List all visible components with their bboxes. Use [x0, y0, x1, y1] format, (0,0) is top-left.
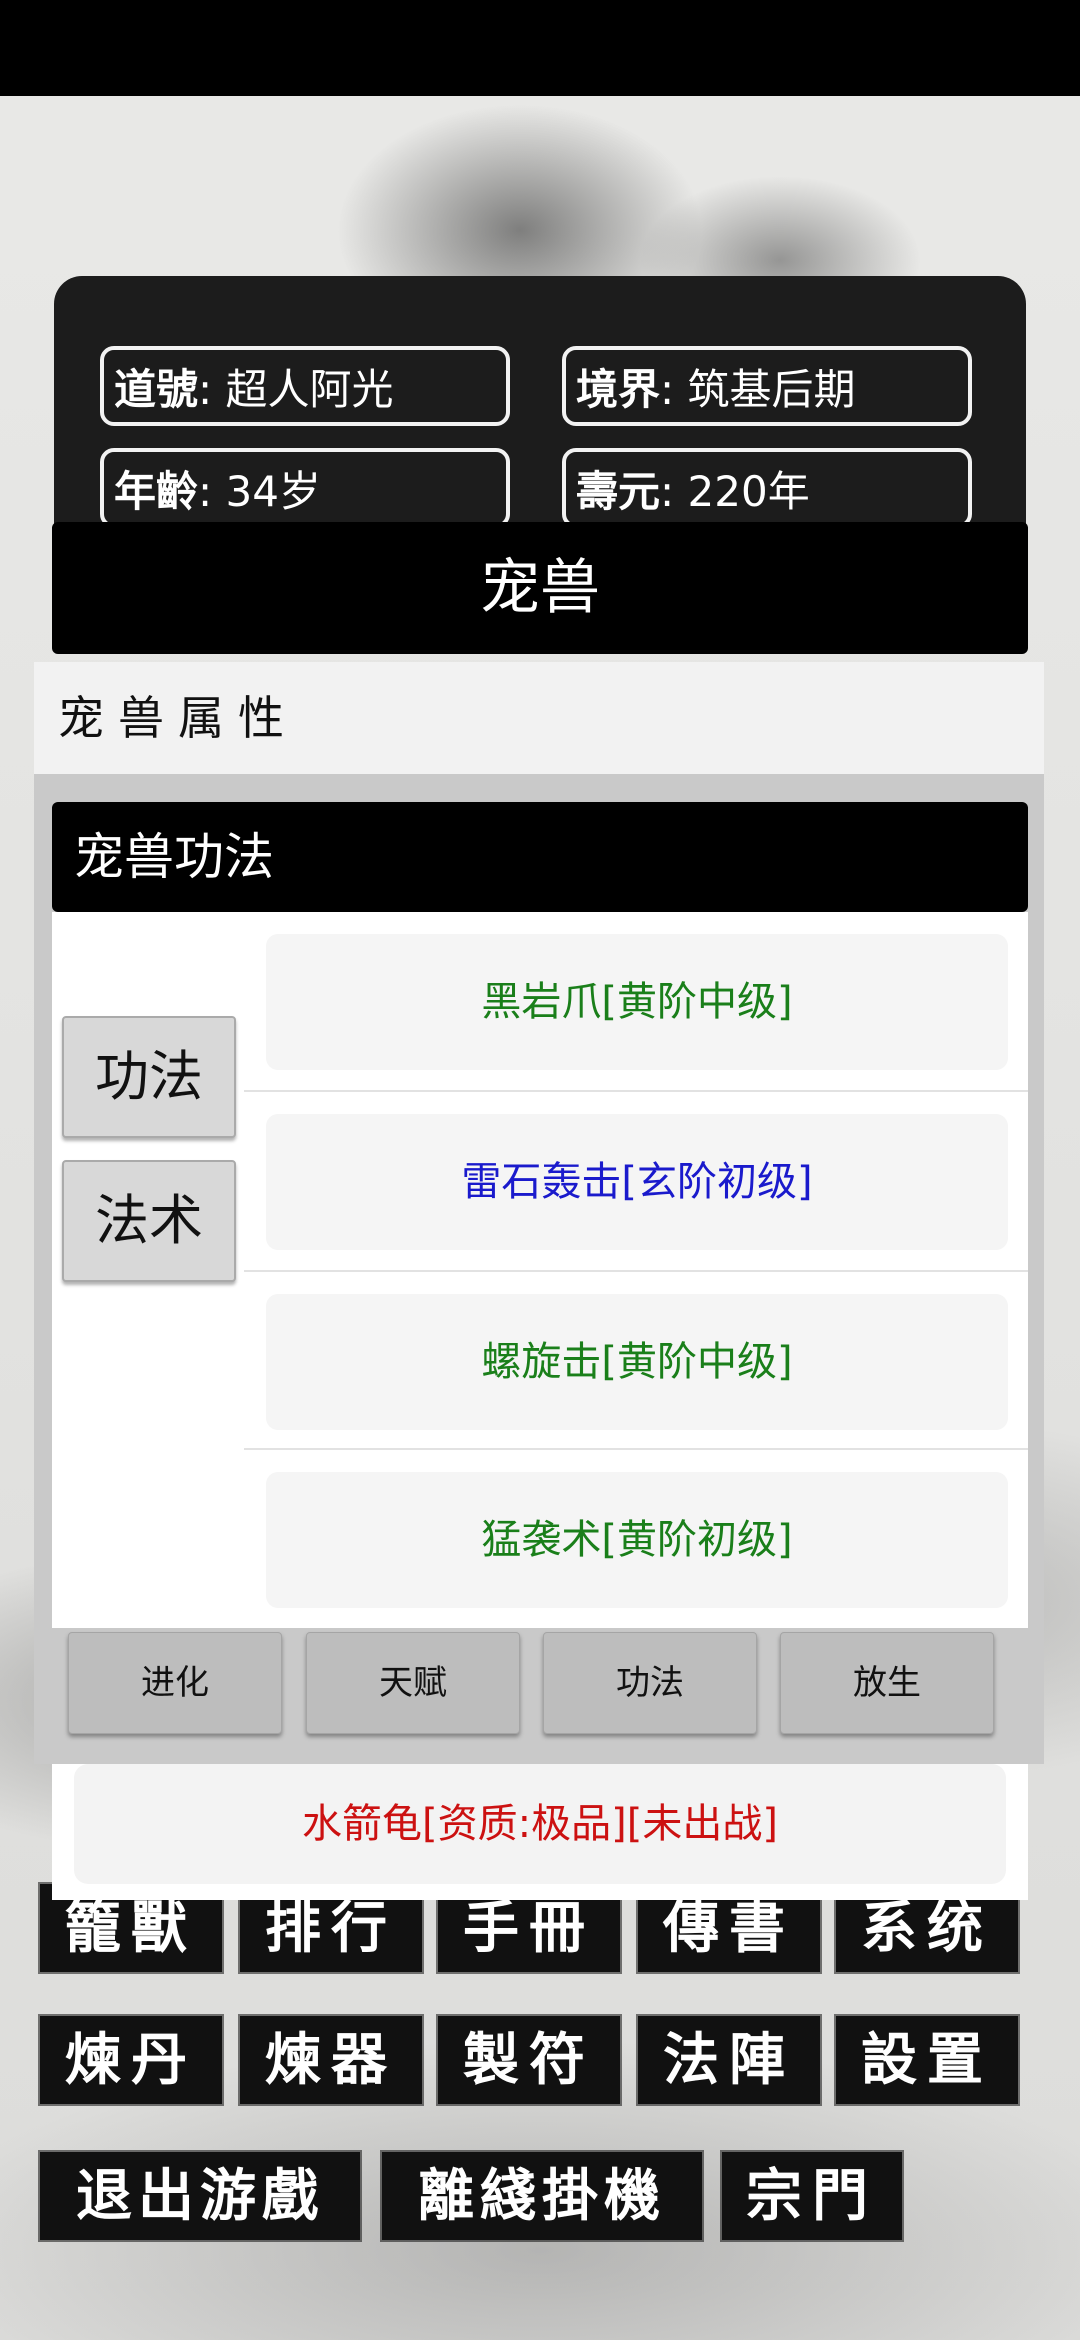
- menu-offline-idle-button[interactable]: 離綫掛機: [382, 2152, 702, 2240]
- skills-button[interactable]: 功法: [543, 1632, 757, 1734]
- daohao-field: 道號: 超人阿光: [100, 346, 510, 426]
- player-info-panel: 道號: 超人阿光 境界: 筑基后期 年齡: 34岁 壽元: 220年: [54, 276, 1026, 556]
- age-value: 34岁: [225, 467, 321, 516]
- skill-item[interactable]: 猛袭术[黄阶初级]: [266, 1472, 1008, 1608]
- talent-button[interactable]: 天赋: [306, 1632, 520, 1734]
- evolve-button[interactable]: 进化: [68, 1632, 282, 1734]
- tab-fashu[interactable]: 法术: [62, 1160, 236, 1282]
- menu-sect-button[interactable]: 宗門: [722, 2152, 902, 2240]
- daohao-value: 超人阿光: [225, 365, 394, 414]
- dialog-title: 宠兽: [52, 522, 1028, 654]
- status-bar: [0, 0, 1080, 96]
- menu-talisman-button[interactable]: 製符: [438, 2016, 620, 2104]
- pet-list-item[interactable]: 水箭龟[资质:极品][未出战]: [74, 1764, 1006, 1884]
- divider: [244, 1270, 1028, 1272]
- jingjie-value: 筑基后期: [687, 365, 856, 414]
- menu-forging-button[interactable]: 煉器: [240, 2016, 422, 2104]
- jingjie-key: 境界: [576, 365, 661, 414]
- skill-item[interactable]: 黑岩爪[黄阶中级]: [266, 934, 1008, 1070]
- skill-item[interactable]: 螺旋击[黄阶中级]: [266, 1294, 1008, 1430]
- tab-gongfa[interactable]: 功法: [62, 1016, 236, 1138]
- shouyuan-value: 220年: [687, 467, 810, 516]
- pet-skills-header: 宠兽功法: [52, 802, 1028, 912]
- release-button[interactable]: 放生: [780, 1632, 994, 1734]
- divider: [244, 1448, 1028, 1450]
- divider: [244, 1090, 1028, 1092]
- pet-attributes-tab[interactable]: 宠兽属性: [34, 662, 1044, 774]
- age-key: 年齡: [114, 467, 199, 516]
- skill-item[interactable]: 雷石轰击[玄阶初级]: [266, 1114, 1008, 1250]
- menu-settings-button[interactable]: 設置: [836, 2016, 1018, 2104]
- menu-formation-button[interactable]: 法陣: [638, 2016, 820, 2104]
- jingjie-field: 境界: 筑基后期: [562, 346, 972, 426]
- menu-exit-button[interactable]: 退出游戲: [40, 2152, 360, 2240]
- age-field: 年齡: 34岁: [100, 448, 510, 528]
- shouyuan-key: 壽元: [576, 467, 661, 516]
- menu-alchemy-button[interactable]: 煉丹: [40, 2016, 222, 2104]
- daohao-key: 道號: [114, 365, 199, 414]
- shouyuan-field: 壽元: 220年: [562, 448, 972, 528]
